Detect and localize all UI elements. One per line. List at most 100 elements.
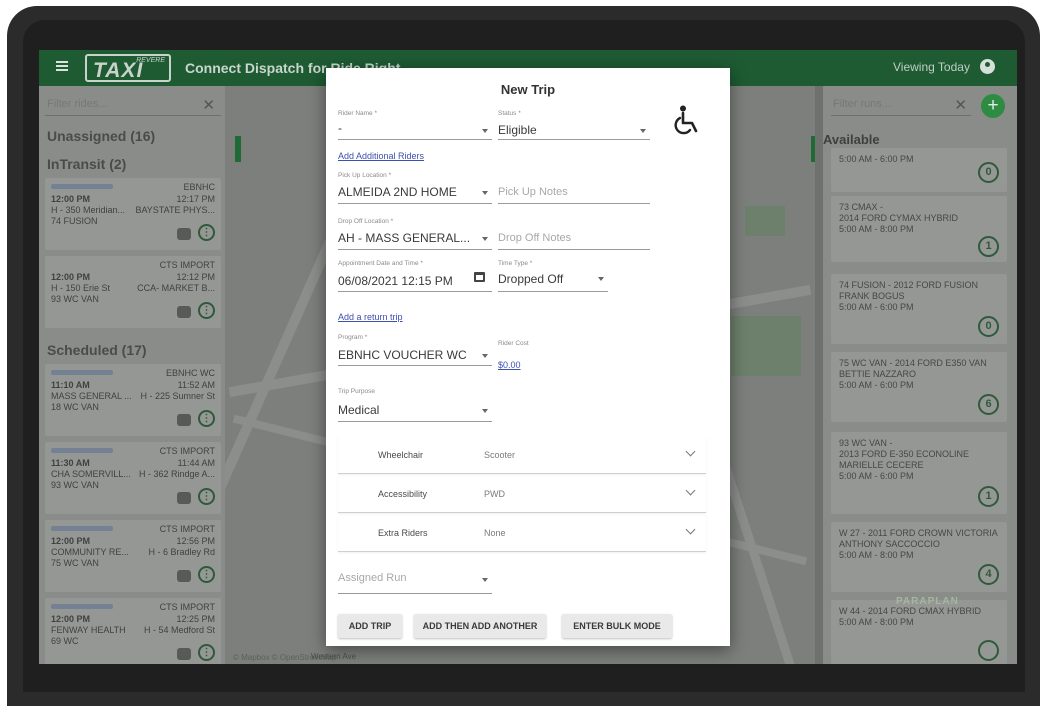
run-hours: 5:00 AM - 8:00 PM bbox=[839, 617, 914, 627]
trip-card[interactable]: CTS IMPORT 12:00 PM 12:25 PM FENWAY HEAL… bbox=[45, 598, 221, 664]
map-pin-icon[interactable] bbox=[177, 492, 191, 504]
wheelchair-accordion[interactable]: Wheelchair Scooter bbox=[338, 436, 706, 474]
trip-card[interactable]: EBNHC 12:00 PM 12:17 PM H - 350 Meridian… bbox=[45, 178, 221, 250]
more-options-icon[interactable]: ⋮ bbox=[198, 644, 215, 661]
run-hours: 5:00 AM - 8:00 PM bbox=[839, 224, 914, 234]
trip-vehicle: 69 WC bbox=[51, 636, 79, 646]
run-trip-count: 0 bbox=[978, 162, 999, 183]
hamburger-menu-icon[interactable] bbox=[56, 61, 68, 63]
time-type-select[interactable]: Time Type * Dropped Off bbox=[498, 260, 608, 292]
more-options-icon[interactable]: ⋮ bbox=[198, 224, 215, 241]
runs-panel: Filter runs... ✕ + Available 5:00 AM - 6… bbox=[823, 86, 1017, 664]
available-heading: Available bbox=[823, 132, 880, 147]
extra-riders-accordion[interactable]: Extra Riders None bbox=[338, 514, 706, 552]
trip-card[interactable]: CTS IMPORT 11:30 AM 11:44 AM CHA SOMERVI… bbox=[45, 442, 221, 514]
pickup-location-select[interactable]: Pick Up Location * ALMEIDA 2ND HOME bbox=[338, 172, 492, 204]
add-return-trip-link[interactable]: Add a return trip bbox=[338, 312, 403, 322]
trip-time-right: 12:12 PM bbox=[176, 272, 215, 282]
taxi-logo: TAXI REVERE bbox=[85, 54, 171, 82]
map-pin-icon[interactable] bbox=[177, 306, 191, 318]
trip-vehicle: 93 WC VAN bbox=[51, 294, 99, 304]
run-card[interactable]: 75 WC VAN - 2014 FORD E350 VAN BETTIE NA… bbox=[831, 352, 1007, 422]
run-card[interactable]: W 27 - 2011 FORD CROWN VICTORIA ANTHONY … bbox=[831, 522, 1007, 592]
trip-card[interactable]: CTS IMPORT 12:00 PM 12:12 PM H - 150 Eri… bbox=[45, 256, 221, 328]
map-pin-icon[interactable] bbox=[177, 570, 191, 582]
clear-filter-icon[interactable]: ✕ bbox=[202, 96, 215, 114]
trip-card[interactable]: CTS IMPORT 12:00 PM 12:56 PM COMMUNITY R… bbox=[45, 520, 221, 592]
pickup-location-value: ALMEIDA 2ND HOME bbox=[338, 185, 457, 199]
wheelchair-icon bbox=[674, 105, 698, 135]
status-select[interactable]: Status * Eligible bbox=[498, 110, 650, 140]
appointment-label: Appointment Date and Time * bbox=[338, 260, 423, 267]
ride-filter-input[interactable]: Filter rides... ✕ bbox=[45, 94, 221, 116]
add-run-button[interactable]: + bbox=[981, 94, 1005, 118]
map-pin-icon[interactable] bbox=[177, 414, 191, 426]
chevron-down-icon bbox=[482, 191, 488, 195]
accordion-label: Accessibility bbox=[378, 489, 428, 499]
accordion-label: Extra Riders bbox=[378, 528, 428, 538]
status-value: Eligible bbox=[498, 123, 537, 137]
trip-time: 12:00 PM bbox=[51, 272, 91, 282]
assigned-run-select[interactable]: Assigned Run bbox=[338, 566, 492, 594]
run-filter-placeholder: Filter runs... bbox=[833, 98, 892, 110]
rider-cost-link[interactable]: $0.00 bbox=[498, 360, 521, 370]
section-unassigned[interactable]: Unassigned (16) bbox=[47, 128, 155, 144]
run-trip-count: 0 bbox=[978, 316, 999, 337]
viewing-selector[interactable]: Viewing Today bbox=[893, 60, 970, 74]
time-type-label: Time Type * bbox=[498, 260, 533, 267]
trip-pickup: COMMUNITY RE... bbox=[51, 547, 129, 557]
trip-purpose-select[interactable]: Trip Purpose Medical bbox=[338, 388, 492, 422]
more-options-icon[interactable]: ⋮ bbox=[198, 488, 215, 505]
run-hours: 5:00 AM - 6:00 PM bbox=[839, 302, 914, 312]
run-hours: 5:00 AM - 6:00 PM bbox=[839, 154, 914, 164]
rider-name-select[interactable]: Rider Name * - bbox=[338, 110, 492, 140]
trip-time-right: 11:44 AM bbox=[177, 458, 215, 468]
run-filter-input[interactable]: Filter runs... ✕ bbox=[831, 94, 971, 116]
more-options-icon[interactable]: ⋮ bbox=[198, 566, 215, 583]
trip-agency: CTS IMPORT bbox=[159, 524, 215, 534]
map-pin-icon[interactable] bbox=[177, 648, 191, 660]
run-hours: 5:00 AM - 8:00 PM bbox=[839, 550, 914, 560]
calendar-icon[interactable] bbox=[474, 272, 485, 282]
enter-bulk-mode-button[interactable]: ENTER BULK MODE bbox=[562, 614, 672, 638]
run-trip-count: 1 bbox=[978, 236, 999, 257]
run-card[interactable]: 74 FUSION - 2012 FORD FUSION FRANK BOGUS… bbox=[831, 274, 1007, 344]
map-pin-icon[interactable] bbox=[177, 228, 191, 240]
trip-dropoff: CCA- MARKET B... bbox=[137, 283, 215, 293]
run-card[interactable]: 93 WC VAN - 2013 FORD E-350 ECONOLINE MA… bbox=[831, 432, 1007, 514]
accordion-value: None bbox=[484, 528, 506, 538]
trip-time-right: 12:25 PM bbox=[176, 614, 215, 624]
more-options-icon[interactable]: ⋮ bbox=[198, 302, 215, 319]
account-icon[interactable] bbox=[980, 59, 995, 74]
dropoff-location-select[interactable]: Drop Off Location * AH - MASS GENERAL... bbox=[338, 218, 492, 250]
dropoff-location-label: Drop Off Location * bbox=[338, 218, 394, 225]
run-driver: MARIELLE CECERE bbox=[839, 460, 924, 470]
trip-card[interactable]: EBNHC WC 11:10 AM 11:52 AM MASS GENERAL … bbox=[45, 364, 221, 436]
status-label: Status * bbox=[498, 110, 521, 117]
appointment-datetime-input[interactable]: Appointment Date and Time * 06/08/2021 1… bbox=[338, 260, 492, 292]
pickup-notes-input[interactable]: Pick Up Notes bbox=[498, 172, 650, 204]
run-card[interactable]: W 44 - 2014 FORD CMAX HYBRID 5:00 AM - 8… bbox=[831, 600, 1007, 664]
run-card[interactable]: 73 CMAX - 2014 FORD CYMAX HYBRID 5:00 AM… bbox=[831, 196, 1007, 262]
chevron-down-icon bbox=[482, 578, 488, 582]
clear-run-filter-icon[interactable]: ✕ bbox=[954, 96, 967, 114]
add-additional-riders-link[interactable]: Add Additional Riders bbox=[338, 151, 424, 161]
dropoff-notes-input[interactable]: Drop Off Notes bbox=[498, 218, 650, 250]
trip-time: 12:00 PM bbox=[51, 536, 91, 546]
accordion-value: Scooter bbox=[484, 450, 516, 460]
run-subtitle: BETTIE NAZZARO bbox=[839, 369, 917, 379]
section-scheduled[interactable]: Scheduled (17) bbox=[47, 342, 147, 358]
trip-agency: CTS IMPORT bbox=[159, 602, 215, 612]
run-trip-count: 6 bbox=[978, 394, 999, 415]
run-title: W 27 - 2011 FORD CROWN VICTORIA bbox=[839, 528, 998, 538]
more-options-icon[interactable]: ⋮ bbox=[198, 410, 215, 427]
program-select[interactable]: Program * EBNHC VOUCHER WC bbox=[338, 334, 492, 366]
map-marker-left bbox=[235, 136, 241, 162]
run-card[interactable]: 5:00 AM - 6:00 PM 0 bbox=[831, 148, 1007, 192]
section-intransit[interactable]: InTransit (2) bbox=[47, 156, 126, 172]
add-trip-button[interactable]: ADD TRIP bbox=[338, 614, 402, 638]
accessibility-accordion[interactable]: Accessibility PWD bbox=[338, 475, 706, 513]
add-then-add-another-button[interactable]: ADD THEN ADD ANOTHER bbox=[414, 614, 546, 638]
run-subtitle: 2014 FORD CYMAX HYBRID bbox=[839, 213, 959, 223]
modal-title: New Trip bbox=[500, 82, 556, 97]
